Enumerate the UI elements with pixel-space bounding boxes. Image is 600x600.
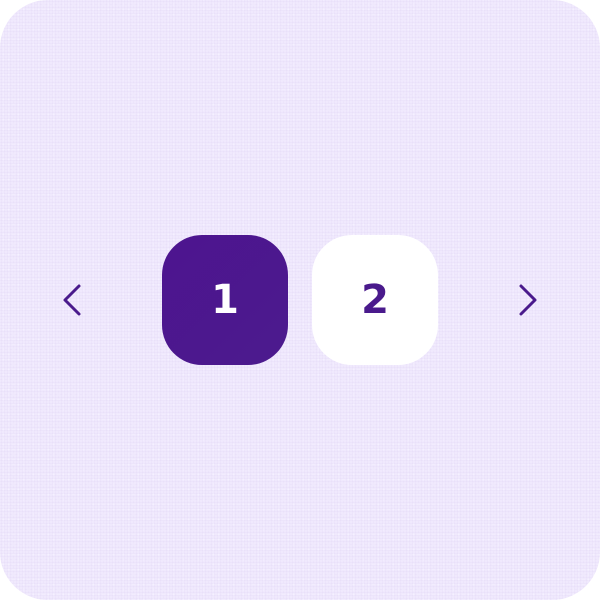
pagination-card: 1 2 xyxy=(0,0,600,600)
previous-page-button[interactable] xyxy=(48,276,96,324)
page-1-button[interactable]: 1 xyxy=(162,235,288,365)
next-page-button[interactable] xyxy=(504,276,552,324)
page-2-label: 2 xyxy=(361,277,389,323)
page-2-button[interactable]: 2 xyxy=(312,235,438,365)
pagination: 1 2 xyxy=(0,0,600,600)
chevron-left-icon xyxy=(48,276,96,324)
chevron-right-icon xyxy=(504,276,552,324)
page-1-label: 1 xyxy=(211,277,239,323)
